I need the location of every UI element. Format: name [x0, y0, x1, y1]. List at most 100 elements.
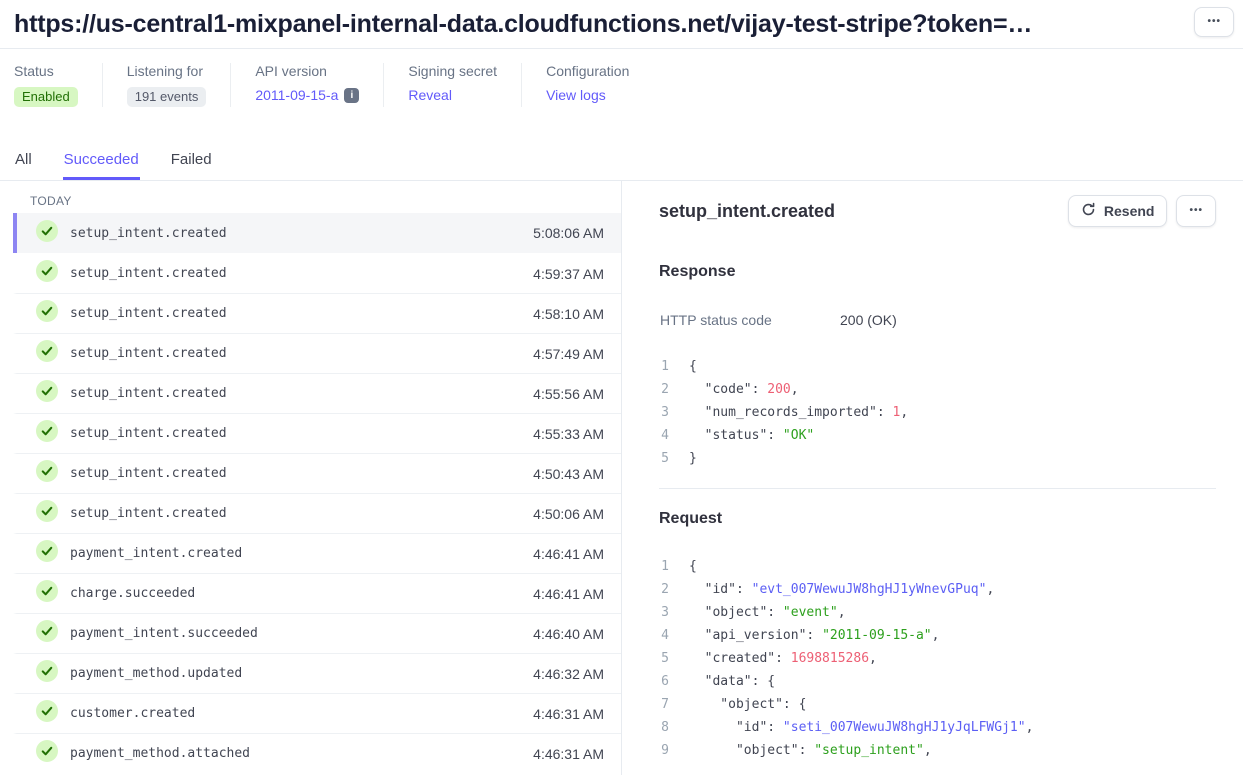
- event-name: payment_intent.succeeded: [70, 626, 258, 641]
- request-heading: Request: [659, 510, 1216, 528]
- event-time: 4:46:40 AM: [533, 626, 604, 642]
- reveal-link[interactable]: Reveal: [408, 87, 452, 103]
- resend-icon: [1081, 202, 1096, 220]
- event-name: setup_intent.created: [70, 466, 227, 481]
- resend-button-label: Resend: [1104, 203, 1155, 219]
- status-item-listening-for: Listening for 191 events: [127, 63, 232, 107]
- code-token: {: [689, 559, 697, 574]
- event-detail-panel: setup_intent.created Resend ••• Response…: [622, 181, 1243, 775]
- line-number: 6: [659, 670, 669, 693]
- list-item[interactable]: setup_intent.created 4:50:06 AM: [13, 493, 621, 533]
- code-token: ,: [791, 382, 799, 397]
- code-line: 1{: [659, 555, 1216, 578]
- list-item[interactable]: setup_intent.created4:58:10 AM: [13, 293, 621, 333]
- event-time: 4:58:10 AM: [533, 306, 604, 322]
- code-token: ,: [1026, 720, 1034, 735]
- event-name: payment_intent.created: [70, 546, 242, 561]
- event-time: 4:46:31 AM: [533, 746, 604, 762]
- list-item[interactable]: payment_intent.succeeded 4:46:40 AM: [13, 613, 621, 653]
- event-name: setup_intent.created: [70, 346, 227, 361]
- main-content: TODAY setup_intent.created5:08:06 AMsetu…: [0, 181, 1243, 775]
- status-item-signing-secret: Signing secretReveal: [408, 63, 522, 107]
- status-badge: Enabled: [14, 87, 78, 107]
- code-token: "status":: [689, 428, 783, 443]
- success-check-icon: [36, 460, 58, 487]
- section-divider: [659, 488, 1216, 489]
- resend-button[interactable]: Resend: [1068, 195, 1168, 227]
- code-token: "object":: [689, 605, 783, 620]
- status-item-value: View logs: [546, 87, 629, 103]
- event-name: setup_intent.created: [70, 506, 227, 521]
- code-token: ,: [932, 628, 940, 643]
- code-token: ,: [838, 605, 846, 620]
- code-token: ,: [869, 651, 877, 666]
- code-token: 200: [767, 382, 790, 397]
- event-time: 4:46:41 AM: [533, 586, 604, 602]
- list-item[interactable]: setup_intent.created5:08:06 AM: [13, 213, 621, 253]
- list-item[interactable]: payment_method.updated4:46:32 AM: [13, 653, 621, 693]
- code-line: 2 "id": "evt_007WewuJW8hgHJ1yWnevGPuq",: [659, 578, 1216, 601]
- event-group-label: TODAY: [0, 181, 621, 213]
- code-token: "created":: [689, 651, 791, 666]
- status-item-label: Listening for: [127, 63, 207, 79]
- line-number: 2: [659, 378, 669, 401]
- detail-header: setup_intent.created Resend •••: [659, 195, 1216, 227]
- event-name: setup_intent.created: [70, 386, 227, 401]
- list-item[interactable]: setup_intent.created4:50:43 AM: [13, 453, 621, 493]
- list-item[interactable]: setup_intent.created4:57:49 AM: [13, 333, 621, 373]
- status-item-value: 191 events: [127, 87, 207, 107]
- header-more-button[interactable]: •••: [1194, 7, 1234, 37]
- success-check-icon: [36, 260, 58, 287]
- line-number: 9: [659, 739, 669, 762]
- page-title: https://us-central1-mixpanel-internal-da…: [14, 7, 1032, 39]
- request-code-block: 1{2 "id": "evt_007WewuJW8hgHJ1yWnevGPuq"…: [659, 555, 1216, 762]
- code-token: "seti_007WewuJW8hgHJ1yJqLFWGj1": [783, 720, 1026, 735]
- code-token: "num_records_imported":: [689, 405, 893, 420]
- code-line: 4 "status": "OK": [659, 424, 1216, 447]
- line-number: 5: [659, 447, 669, 470]
- status-item-label: Configuration: [546, 63, 629, 79]
- tab-failed[interactable]: Failed: [170, 142, 213, 180]
- event-list-panel: TODAY setup_intent.created5:08:06 AMsetu…: [0, 181, 622, 775]
- event-time: 4:55:33 AM: [533, 426, 604, 442]
- code-token: "setup_intent": [814, 743, 924, 758]
- status-bar: StatusEnabledListening for191 eventsAPI …: [0, 49, 1243, 107]
- code-line: 9 "object": "setup_intent",: [659, 739, 1216, 762]
- success-check-icon: [36, 420, 58, 447]
- code-token: {: [689, 359, 697, 374]
- event-name: customer.created: [70, 706, 195, 721]
- info-icon[interactable]: i: [344, 88, 359, 103]
- tab-bar: All Succeeded Failed: [0, 142, 1243, 181]
- list-item[interactable]: setup_intent.created4:55:33 AM: [13, 413, 621, 453]
- event-time: 4:50:06 AM: [533, 506, 604, 522]
- detail-more-button[interactable]: •••: [1176, 195, 1216, 227]
- response-heading: Response: [659, 263, 1216, 281]
- success-check-icon: [36, 380, 58, 407]
- list-item[interactable]: payment_intent.created4:46:41 AM: [13, 533, 621, 573]
- event-time: 4:59:37 AM: [533, 266, 604, 282]
- tab-succeeded[interactable]: Succeeded: [63, 142, 140, 180]
- event-time: 4:46:32 AM: [533, 666, 604, 682]
- code-token: "event": [783, 605, 838, 620]
- success-check-icon: [36, 220, 58, 247]
- event-name: setup_intent.created: [70, 226, 227, 241]
- view-logs-link[interactable]: View logs: [546, 87, 606, 103]
- code-token: "evt_007WewuJW8hgHJ1yWnevGPuq": [752, 582, 987, 597]
- list-item[interactable]: customer.created4:46:31 AM: [13, 693, 621, 733]
- 2011-09-15-a-link[interactable]: 2011-09-15-a: [255, 87, 338, 103]
- line-number: 4: [659, 624, 669, 647]
- success-check-icon: [36, 580, 58, 607]
- success-check-icon: [36, 300, 58, 327]
- code-line: 8 "id": "seti_007WewuJW8hgHJ1yJqLFWGj1",: [659, 716, 1216, 739]
- code-token: "id":: [689, 582, 752, 597]
- list-item[interactable]: setup_intent.created4:55:56 AM: [13, 373, 621, 413]
- code-token: "object": {: [689, 697, 806, 712]
- code-token: ,: [900, 405, 908, 420]
- list-item[interactable]: charge.succeeded4:46:41 AM: [13, 573, 621, 613]
- list-item[interactable]: setup_intent.created4:59:37 AM: [13, 253, 621, 293]
- tab-all[interactable]: All: [14, 142, 33, 180]
- line-number: 8: [659, 716, 669, 739]
- list-item[interactable]: payment_method.attached4:46:31 AM: [13, 733, 621, 773]
- status-item-label: API version: [255, 63, 359, 79]
- success-check-icon: [36, 340, 58, 367]
